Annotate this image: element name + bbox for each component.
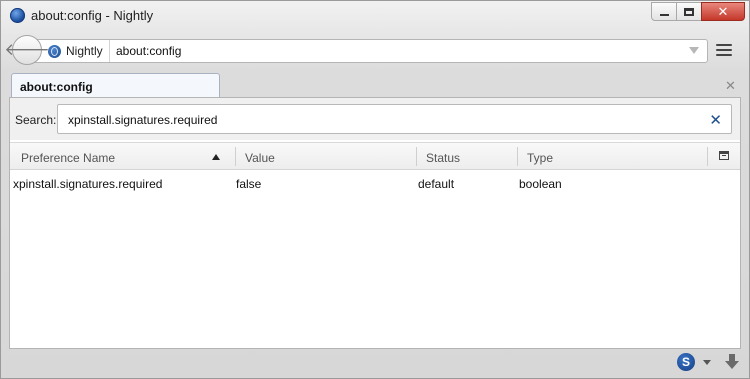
pref-status-cell: default: [418, 177, 455, 191]
add-on-bar: S: [1, 350, 749, 378]
column-header-status[interactable]: Status: [426, 151, 460, 165]
preferences-table-header: Preference Name Value Status Type: [10, 142, 740, 170]
back-arrow-icon: 🡐: [4, 40, 50, 59]
column-header-preference-name[interactable]: Preference Name: [21, 151, 115, 165]
minimize-icon: [659, 13, 669, 16]
globe-icon: [48, 44, 61, 58]
addon-s-icon[interactable]: S: [677, 353, 695, 371]
tab-about-config[interactable]: about:config: [11, 73, 220, 98]
download-arrow-icon[interactable]: [725, 354, 739, 370]
column-picker-icon[interactable]: [719, 151, 729, 160]
column-divider[interactable]: [517, 147, 518, 166]
column-header-type[interactable]: Type: [527, 151, 553, 165]
column-divider[interactable]: [416, 147, 417, 166]
addon-dropdown-icon[interactable]: [703, 360, 711, 365]
column-divider[interactable]: [707, 147, 708, 166]
sort-ascending-icon: [212, 154, 220, 160]
back-button[interactable]: 🡐: [4, 35, 50, 65]
close-window-button[interactable]: ✕: [701, 2, 745, 21]
search-input[interactable]: xpinstall.signatures.required ✕: [57, 104, 732, 134]
pref-value-cell: false: [236, 177, 262, 191]
column-divider[interactable]: [235, 147, 236, 166]
column-header-value[interactable]: Value: [245, 151, 275, 165]
window-title: about:config - Nightly: [31, 8, 154, 23]
search-label: Search:: [15, 113, 57, 127]
navigation-toolbar: Nightly about:config 🡐: [1, 34, 749, 68]
maximize-icon: [684, 7, 694, 16]
close-icon[interactable]: ✕: [709, 111, 722, 129]
identity-label: Nightly: [66, 44, 103, 58]
title-bar: about:config - Nightly ✕: [1, 1, 749, 29]
close-tab-icon[interactable]: ✕: [725, 78, 736, 94]
url-bar[interactable]: Nightly about:config: [34, 39, 708, 63]
table-row[interactable]: xpinstall.signatures.required false defa…: [10, 174, 740, 194]
url-input[interactable]: about:config: [116, 44, 181, 58]
window-controls: ✕: [651, 2, 745, 21]
minimize-button[interactable]: [651, 2, 677, 21]
pref-name-cell: xpinstall.signatures.required: [13, 177, 163, 191]
maximize-button[interactable]: [676, 2, 702, 21]
pref-type-cell: boolean: [519, 177, 562, 191]
search-value: xpinstall.signatures.required: [68, 113, 218, 127]
site-identity-button[interactable]: Nightly: [48, 40, 110, 62]
firefox-nightly-logo-icon: [10, 8, 25, 23]
search-row: Search: xpinstall.signatures.required ✕: [10, 98, 740, 140]
about-config-page: Search: xpinstall.signatures.required ✕ …: [9, 97, 741, 349]
url-dropdown-icon[interactable]: [689, 47, 699, 54]
browser-window: about:config - Nightly ✕ Nightly about:c…: [0, 0, 750, 379]
hamburger-menu-icon[interactable]: [716, 44, 732, 58]
